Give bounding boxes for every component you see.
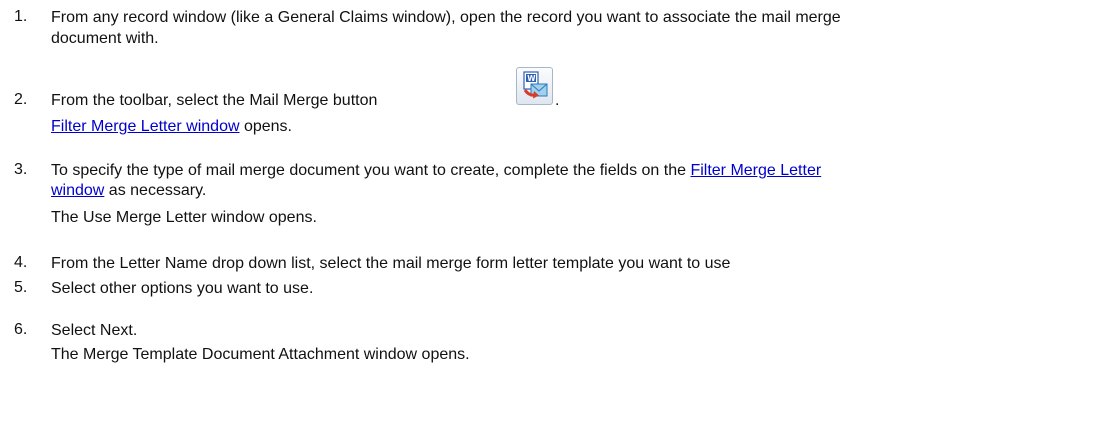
step-number: 2. [14,91,28,108]
step-text: Select other options you want to use. [51,280,314,297]
filter-merge-letter-link[interactable]: Filter Merge Letter [690,162,821,179]
step-number: 4. [14,254,28,271]
step-text: From any record window (like a General C… [51,9,841,26]
step-text: From the toolbar, select the Mail Merge … [51,91,377,111]
step-text-continued: document with. [51,30,159,47]
step-number: 5. [14,279,28,296]
step-number: 6. [14,321,28,338]
step-text: From the Letter Name drop down list, sel… [51,255,731,272]
step-text-after-icon: . [555,92,560,109]
step-text-continued: window as necessary. [51,182,207,199]
filter-merge-letter-link[interactable]: Filter Merge Letter window [51,118,240,135]
step-number: 1. [14,8,28,25]
svg-text:W: W [527,74,536,83]
step-result: Filter Merge Letter window opens. [51,118,292,135]
step-text-before-icon: From the toolbar, select the Mail Merge … [51,92,378,109]
step-text: To specify the type of mail merge docume… [51,162,822,179]
step-text: Select Next. [51,322,138,339]
step-result: The Use Merge Letter window opens. [51,209,317,226]
step-number: 3. [14,161,28,178]
filter-merge-letter-link-continued[interactable]: window [51,182,104,199]
step-result: The Merge Template Document Attachment w… [51,346,470,363]
mail-merge-icon[interactable]: W [516,67,553,105]
